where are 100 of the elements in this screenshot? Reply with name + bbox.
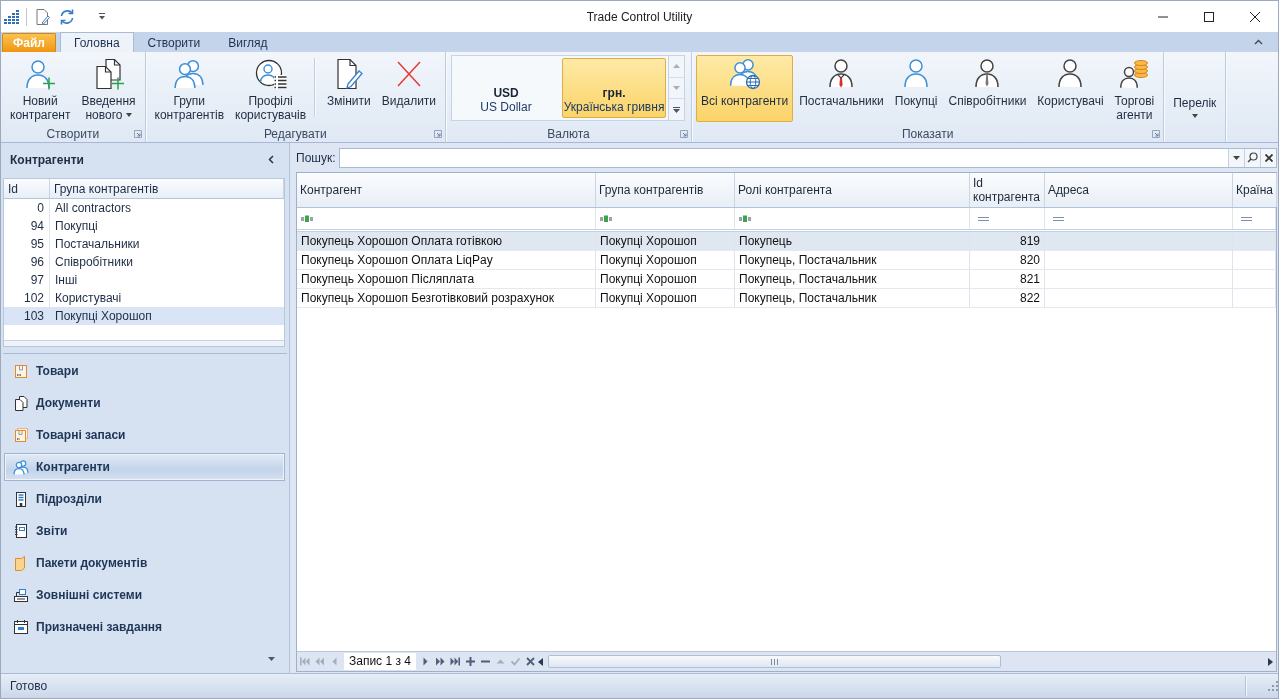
ribbon-tab[interactable]: Вигляд <box>214 33 282 52</box>
box-stack-icon <box>13 427 29 443</box>
dialog-launcher-icon[interactable] <box>133 129 142 138</box>
ribbon-button[interactable]: Торгові агенти <box>1109 55 1160 125</box>
ribbon-button[interactable]: Користувачі <box>1032 55 1109 122</box>
customize-caret-icon[interactable] <box>98 13 106 20</box>
close-icon[interactable] <box>1250 11 1260 22</box>
maximize-icon[interactable] <box>1204 11 1214 22</box>
ribbon-tab[interactable]: Головна <box>60 32 134 52</box>
nav-item[interactable]: Контрагенти <box>4 453 285 481</box>
nav-item[interactable]: Документи <box>4 389 285 417</box>
scroll-right-icon[interactable] <box>1268 657 1273 666</box>
table-cell: 821 <box>970 270 1045 288</box>
column-header[interactable]: Група контрагентів <box>596 173 735 207</box>
caret-down-icon[interactable] <box>268 657 275 661</box>
caret-down-icon <box>673 86 681 90</box>
ribbon-button[interactable]: Групи контрагентів <box>149 55 230 125</box>
ribbon-button[interactable]: Перелік <box>1168 55 1222 122</box>
gallery-scroll-up-button[interactable] <box>669 56 685 78</box>
gallery-expand-button[interactable] <box>669 99 685 120</box>
nav-item[interactable]: Зовнішні системи <box>4 581 285 609</box>
ribbon-button[interactable]: Всі контрагенти <box>696 55 794 122</box>
nav-item[interactable]: Товарні запаси <box>4 421 285 449</box>
column-header[interactable]: Країна <box>1233 173 1277 207</box>
building-icon <box>13 491 29 507</box>
table-cell: Покупець, Постачальник <box>735 270 970 288</box>
nav-item[interactable]: Звіти <box>4 517 285 545</box>
ribbon-button[interactable]: Введення нового <box>76 55 141 125</box>
chevron-up-icon[interactable] <box>1254 39 1263 45</box>
plus-icon[interactable] <box>465 656 476 667</box>
double-caret-right-icon[interactable] <box>435 656 446 667</box>
ribbon-button[interactable]: Новий контрагент <box>5 55 76 125</box>
panel-title: Контрагенти <box>10 152 84 167</box>
column-header[interactable]: Id <box>4 179 50 198</box>
resize-grip-icon[interactable] <box>1268 681 1278 691</box>
ribbon-button[interactable]: Видалити <box>376 55 442 122</box>
refresh-icon[interactable] <box>58 7 76 26</box>
table-cell: 95 <box>4 235 50 253</box>
skip-forward-icon[interactable] <box>450 656 461 667</box>
scrollbar-thumb[interactable] <box>548 655 1001 668</box>
ribbon-button[interactable]: Співробітники <box>943 55 1032 122</box>
record-counter: Запис 1 з 4 <box>344 653 416 670</box>
profile-list-icon <box>254 58 287 90</box>
table-row[interactable]: 97 Інші <box>4 271 284 289</box>
x-icon[interactable] <box>525 656 536 667</box>
column-header[interactable]: Ролі контрагента <box>735 173 970 207</box>
dialog-launcher-icon[interactable] <box>1152 129 1161 138</box>
table-cell: Покупець Хорошоп Оплата готівкою <box>297 232 596 250</box>
table-cell: Покупці Хорошоп <box>596 251 735 269</box>
chevron-left-icon[interactable] <box>268 155 274 164</box>
dialog-launcher-icon[interactable] <box>434 129 443 138</box>
person-coins-icon <box>1118 58 1151 90</box>
expand-caret-icon <box>673 106 681 113</box>
window-title: Trade Control Utility <box>586 9 693 24</box>
ribbon-button[interactable]: Покупці <box>889 55 943 122</box>
table-cell: 94 <box>4 217 50 235</box>
scroll-left-icon[interactable] <box>538 657 543 666</box>
column-header[interactable]: Група контрагентів <box>50 179 284 198</box>
nav-item[interactable]: Призначені завдання <box>4 613 285 641</box>
table-cell: 820 <box>970 251 1045 269</box>
currency-option[interactable]: грн. Українська гривня <box>562 58 667 118</box>
currency-option[interactable]: USD US Dollar <box>454 58 559 118</box>
minimize-icon[interactable] <box>1158 15 1168 18</box>
column-header[interactable]: Id контрагента <box>970 173 1045 207</box>
caret-up-icon <box>673 64 681 69</box>
table-cell-text: All contractors <box>54 200 133 217</box>
documents-icon <box>13 395 29 411</box>
caret-down-icon <box>1191 114 1198 118</box>
column-header[interactable]: Контрагент <box>297 173 596 207</box>
table-row[interactable]: Покупець Хорошоп Оплата готівкою Покупці Хорошоп Покупець 819 <box>297 232 1276 251</box>
nav-item[interactable]: Товари <box>4 357 285 385</box>
ribbon-button[interactable]: Профілі користувачів <box>230 55 312 125</box>
box-icon <box>13 363 29 379</box>
ribbon-tab[interactable]: Створити <box>133 33 215 52</box>
table-row[interactable]: 0 All contractors <box>4 199 284 217</box>
dialog-launcher-icon[interactable] <box>680 129 689 138</box>
nav-item[interactable]: Пакети документів <box>4 549 285 577</box>
table-cell: Покупець Хорошоп Оплата LiqPay <box>297 251 596 269</box>
ribbon-button[interactable]: Постачальники <box>794 55 889 122</box>
table-cell-text: Інші <box>54 272 79 289</box>
notebook-icon <box>13 523 29 539</box>
cash-register-icon <box>13 587 29 603</box>
table-row[interactable]: Покупець Хорошоп Безготівковий розрахунок Покупці Хорошоп Покупець, Постачальник 822 <box>297 289 1276 308</box>
table-cell-text: Користувачі <box>54 290 123 307</box>
status-text: Готово <box>10 679 48 693</box>
table-cell: Покупець Хорошоп Післяплата <box>297 270 596 288</box>
bar-chart-icon <box>3 8 19 25</box>
nav-item[interactable]: Підрозділи <box>4 485 285 513</box>
table-cell: Покупець, Постачальник <box>735 251 970 269</box>
table-row[interactable]: 95 Постачальники <box>4 235 284 253</box>
table-row[interactable]: 94 Покупці <box>4 217 284 235</box>
document-pencil-icon[interactable] <box>34 7 50 26</box>
table-row[interactable]: 96 Співробітники <box>4 253 284 271</box>
group-label: Створити <box>46 126 100 141</box>
table-row[interactable]: 103 Покупці Хорошоп <box>4 307 284 325</box>
table-row[interactable]: Покупець Хорошоп Оплата LiqPay Покупці Хорошоп Покупець, Постачальник 820 <box>297 251 1276 270</box>
ribbon-button[interactable]: Змінити <box>312 55 376 122</box>
table-cell-text: Співробітники <box>54 254 134 271</box>
column-header[interactable]: Адреса <box>1045 173 1233 207</box>
table-row[interactable]: Покупець Хорошоп Післяплата Покупці Хорошоп Покупець, Постачальник 821 <box>297 270 1276 289</box>
